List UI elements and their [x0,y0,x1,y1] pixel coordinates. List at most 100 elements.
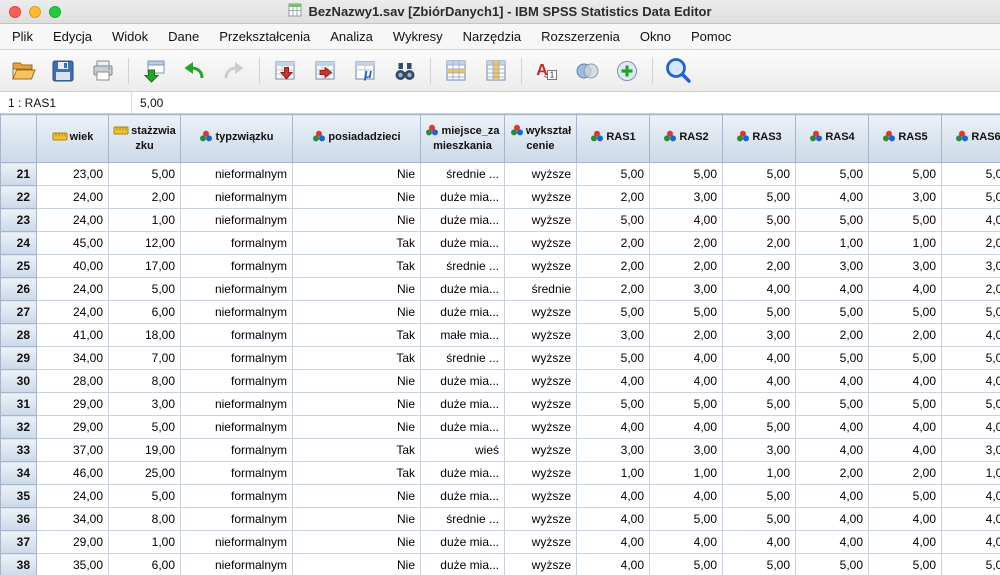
cell[interactable]: 5,00 [942,301,1000,324]
recall-dialogs-button[interactable] [137,54,171,88]
cell[interactable]: Nie [293,485,421,508]
cell[interactable]: Nie [293,209,421,232]
cell[interactable]: 1,00 [650,462,723,485]
cell[interactable]: 2,00 [577,186,650,209]
cell[interactable]: średnie ... [421,163,505,186]
cell[interactable]: nieformalnym [181,163,293,186]
row-number[interactable]: 36 [1,508,37,531]
cell[interactable]: 3,00 [942,439,1000,462]
column-header-stażzwiazku[interactable]: stażzwiazku [109,115,181,163]
cell[interactable]: Tak [293,347,421,370]
cell[interactable]: 2,00 [650,232,723,255]
column-header-posiadadzieci[interactable]: posiadadzieci [293,115,421,163]
row-number[interactable]: 31 [1,393,37,416]
menu-narzedzia[interactable]: Narzędzia [453,26,532,47]
cell[interactable]: 4,00 [650,485,723,508]
cell[interactable]: 5,00 [869,163,942,186]
cell[interactable]: nieformalnym [181,278,293,301]
cell[interactable]: 3,00 [869,186,942,209]
cell[interactable]: 4,00 [796,186,869,209]
cell[interactable]: 5,00 [942,347,1000,370]
cell[interactable]: 4,00 [796,508,869,531]
cell[interactable]: 5,00 [942,163,1000,186]
cell[interactable]: 2,00 [796,324,869,347]
cell[interactable]: 4,00 [577,370,650,393]
cell[interactable]: 4,00 [942,531,1000,554]
row-number[interactable]: 21 [1,163,37,186]
cell[interactable]: Tak [293,255,421,278]
cell[interactable]: 4,00 [577,531,650,554]
cell[interactable]: 2,00 [723,255,796,278]
cell[interactable]: 3,00 [869,255,942,278]
cell[interactable]: małe mia... [421,324,505,347]
cell[interactable]: 4,00 [796,416,869,439]
cell[interactable]: 2,00 [577,232,650,255]
cell[interactable]: Nie [293,416,421,439]
cell[interactable]: 4,00 [650,209,723,232]
cell[interactable]: 5,00 [869,554,942,575]
cell[interactable]: 6,00 [109,301,181,324]
cell[interactable]: 1,00 [796,232,869,255]
cell[interactable]: duże mia... [421,531,505,554]
cell[interactable]: 7,00 [109,347,181,370]
cell[interactable]: 5,00 [577,163,650,186]
cell[interactable]: nieformalnym [181,301,293,324]
menu-okno[interactable]: Okno [630,26,681,47]
cell[interactable]: 4,00 [942,209,1000,232]
cell[interactable]: 18,00 [109,324,181,347]
insert-variable-button[interactable] [479,54,513,88]
cell[interactable]: duże mia... [421,278,505,301]
cell[interactable]: 28,00 [37,370,109,393]
cell[interactable]: wyższe [505,554,577,575]
cell[interactable]: 2,00 [650,324,723,347]
row-number[interactable]: 30 [1,370,37,393]
cell[interactable]: duże mia... [421,301,505,324]
cell[interactable]: 4,00 [869,416,942,439]
cell[interactable]: 4,00 [942,370,1000,393]
cell[interactable]: Nie [293,370,421,393]
cell[interactable]: 4,00 [869,370,942,393]
cell[interactable]: duże mia... [421,393,505,416]
cell[interactable]: duże mia... [421,209,505,232]
cell[interactable]: 4,00 [796,278,869,301]
column-header-RAS4[interactable]: RAS4 [796,115,869,163]
print-button[interactable] [86,54,120,88]
cell[interactable]: formalnym [181,508,293,531]
cell[interactable]: 4,00 [650,416,723,439]
cell[interactable]: 5,00 [650,301,723,324]
cell[interactable]: 1,00 [942,462,1000,485]
cell[interactable]: 2,00 [577,255,650,278]
cell[interactable]: nieformalnym [181,186,293,209]
cell[interactable]: wyższe [505,255,577,278]
cell[interactable]: 4,00 [942,485,1000,508]
cell[interactable]: wyższe [505,439,577,462]
cell[interactable]: Nie [293,278,421,301]
cell[interactable]: 5,00 [650,163,723,186]
zoom-button[interactable] [661,54,695,88]
cell[interactable]: 2,00 [577,278,650,301]
cell[interactable]: 3,00 [723,439,796,462]
cell[interactable]: 24,00 [37,485,109,508]
column-header-RAS2[interactable]: RAS2 [650,115,723,163]
open-file-button[interactable] [6,54,40,88]
cell[interactable]: formalnym [181,439,293,462]
cell[interactable]: Nie [293,186,421,209]
cell[interactable]: Tak [293,439,421,462]
cell[interactable]: 1,00 [577,462,650,485]
column-header-RAS5[interactable]: RAS5 [869,115,942,163]
cell[interactable]: Nie [293,554,421,575]
find-button[interactable] [388,54,422,88]
variables-button[interactable]: μ [348,54,382,88]
cell[interactable]: 2,00 [869,324,942,347]
cell[interactable]: 41,00 [37,324,109,347]
menu-przeksztalcenia[interactable]: Przekształcenia [209,26,320,47]
cell[interactable]: 2,00 [109,186,181,209]
cell[interactable]: wyższe [505,393,577,416]
cell[interactable]: średnie ... [421,508,505,531]
cell[interactable]: nieformalnym [181,416,293,439]
redo-button[interactable] [217,54,251,88]
cell[interactable]: formalnym [181,347,293,370]
cell[interactable]: Nie [293,301,421,324]
cell[interactable]: wyższe [505,462,577,485]
cell[interactable]: Tak [293,232,421,255]
